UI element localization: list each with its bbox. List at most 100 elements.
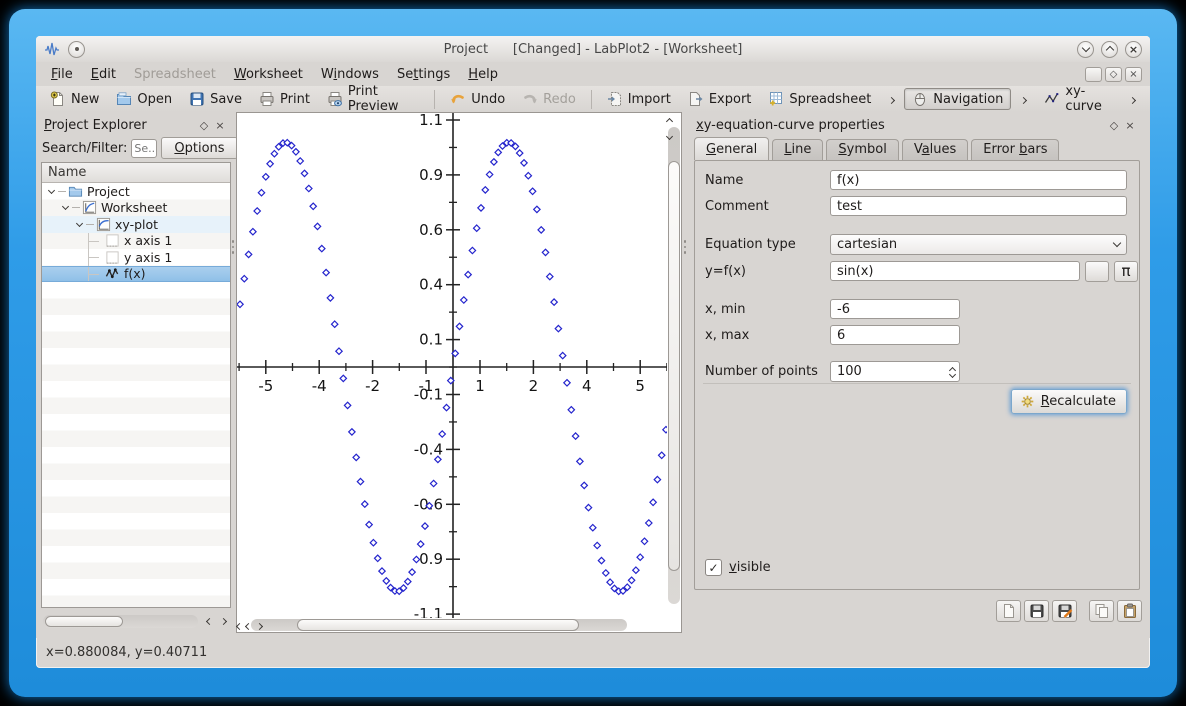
titlebar[interactable]: Project [Changed] - LabPlot2 - [Workshee…	[36, 36, 1150, 62]
comment-label: Comment	[705, 199, 830, 214]
paste-button[interactable]	[1117, 600, 1142, 622]
load-template-button[interactable]	[996, 600, 1021, 622]
plot-canvas[interactable]: -5-4-2-112451.10.90.60.40.1-0.1-0.4-0.6-…	[237, 113, 667, 618]
mdi-float-button[interactable]: ◇	[1105, 67, 1122, 82]
search-input[interactable]	[131, 139, 157, 158]
explorer-scroll-left-icon[interactable]	[207, 613, 212, 628]
svg-text:-4: -4	[312, 377, 327, 395]
worksheet-hscrollbar[interactable]	[237, 618, 667, 632]
equation-type-select[interactable]: cartesian	[830, 234, 1127, 255]
save-button[interactable]: Save	[181, 88, 250, 110]
open-button[interactable]: Open	[108, 88, 180, 110]
comment-field[interactable]	[830, 196, 1127, 216]
tab-line[interactable]: Line	[772, 139, 823, 160]
right-splitter-handle[interactable]	[683, 236, 687, 258]
xmin-field[interactable]	[830, 299, 960, 319]
new-document-icon	[50, 91, 66, 107]
name-field[interactable]	[830, 170, 1127, 190]
save-edit-template-button[interactable]	[1052, 600, 1077, 622]
tree-item-xy-plot[interactable]: xy-plot	[42, 216, 230, 233]
axis-icon	[105, 233, 120, 248]
dock-close-icon[interactable]: ×	[1122, 117, 1138, 133]
menu-worksheet[interactable]: Worksheet	[225, 65, 312, 84]
options-button[interactable]: Options	[161, 137, 237, 159]
minimize-button[interactable]	[1077, 41, 1094, 58]
explorer-hscrollbar[interactable]	[43, 615, 198, 628]
tab-symbol[interactable]: Symbol	[826, 139, 898, 160]
menu-file[interactable]: File	[42, 65, 82, 84]
constants-pi-button[interactable]: π	[1114, 261, 1138, 282]
visible-checkbox[interactable]: ✓	[705, 559, 722, 576]
labplot-window: Project [Changed] - LabPlot2 - [Workshee…	[36, 36, 1150, 668]
worksheet-vscrollbar[interactable]	[667, 113, 681, 618]
svg-text:0.4: 0.4	[419, 276, 443, 294]
hscroll-left-icon[interactable]	[237, 618, 242, 633]
tree-item-label: Project	[87, 184, 130, 199]
explorer-scroll-right-icon[interactable]	[219, 613, 228, 628]
dock-float-icon[interactable]: ◇	[196, 117, 212, 133]
template-buttons	[996, 600, 1142, 622]
tab-error-bars[interactable]: Error bars	[971, 139, 1059, 160]
maximize-button[interactable]	[1101, 41, 1118, 58]
svg-text:0.1: 0.1	[419, 331, 443, 349]
svg-text:1.1: 1.1	[419, 113, 443, 129]
tree-item-y-axis-1[interactable]: y axis 1	[42, 249, 230, 266]
main-area: Project Explorer ◇ × Search/Filter: Opti…	[36, 112, 1150, 638]
tree-item-f-x-[interactable]: f(x)	[42, 266, 230, 283]
tree-item-x-axis-1[interactable]: x axis 1	[42, 233, 230, 250]
function-field[interactable]	[830, 261, 1080, 281]
xmax-field[interactable]	[830, 325, 960, 345]
expander-icon[interactable]	[60, 203, 70, 213]
dock-close-icon[interactable]: ×	[212, 117, 228, 133]
mdi-restore-button[interactable]	[1085, 67, 1102, 82]
close-button[interactable]: ×	[1125, 41, 1142, 58]
save-template-button[interactable]	[1024, 600, 1049, 622]
name-label: Name	[705, 173, 830, 188]
tree-branch-line	[88, 233, 103, 250]
tree-item-project[interactable]: Project	[42, 183, 230, 200]
import-button[interactable]: Import	[599, 88, 679, 110]
expander-icon[interactable]	[46, 186, 56, 196]
worksheet-view[interactable]: -5-4-2-112451.10.90.60.40.1-0.1-0.4-0.6-…	[236, 112, 682, 633]
scroll-up-icon[interactable]	[667, 113, 672, 128]
functions-button[interactable]	[1085, 261, 1109, 282]
divider	[703, 383, 1131, 384]
properties-title: xy-equation-curve properties	[696, 118, 1106, 133]
toolbar-overflow-icon[interactable]	[1121, 92, 1144, 107]
svg-text:2: 2	[529, 377, 539, 395]
save-icon	[189, 91, 205, 107]
tab-values[interactable]: Values	[902, 139, 968, 160]
toolbar-overflow-icon[interactable]	[1012, 92, 1035, 107]
tab-general[interactable]: General	[694, 137, 769, 160]
maximize-icon	[1105, 46, 1113, 54]
hscroll-left2-icon[interactable]	[246, 618, 251, 633]
left-splitter-handle[interactable]	[231, 236, 235, 258]
mdi-close-button[interactable]: ×	[1125, 67, 1142, 82]
equation-type-label: Equation type	[705, 237, 830, 252]
copy-button[interactable]	[1089, 600, 1114, 622]
menu-edit[interactable]: Edit	[82, 65, 125, 84]
recalculate-button[interactable]: Recalculate	[1011, 389, 1127, 414]
redo-button: Redo	[514, 88, 584, 110]
tree-item-worksheet[interactable]: Worksheet	[42, 200, 230, 217]
tree-item-label: y axis 1	[124, 250, 172, 265]
print-button[interactable]: Print	[251, 88, 318, 110]
export-button[interactable]: Export	[680, 88, 760, 110]
chevron-down-icon	[1113, 239, 1121, 247]
menu-help[interactable]: Help	[459, 65, 507, 84]
points-spinbox[interactable]: 100	[830, 361, 960, 382]
spreadsheet-button[interactable]: Spreadsheet	[760, 88, 879, 110]
dock-float-icon[interactable]: ◇	[1106, 117, 1122, 133]
toolbar-overflow-icon[interactable]	[880, 92, 903, 107]
svg-text:0.9: 0.9	[419, 166, 443, 184]
expander-icon[interactable]	[74, 219, 84, 229]
tree-branch-line	[88, 266, 103, 283]
window-menu-button[interactable]	[68, 41, 85, 58]
screen: Project [Changed] - LabPlot2 - [Workshee…	[0, 0, 1186, 706]
undo-button[interactable]: Undo	[442, 88, 513, 110]
new-button[interactable]: New	[42, 88, 107, 110]
app-icon	[44, 41, 60, 57]
recalculate-label: Recalculate	[1041, 394, 1116, 409]
navigation-button[interactable]: Navigation	[904, 88, 1011, 110]
open-folder-icon	[116, 91, 132, 107]
